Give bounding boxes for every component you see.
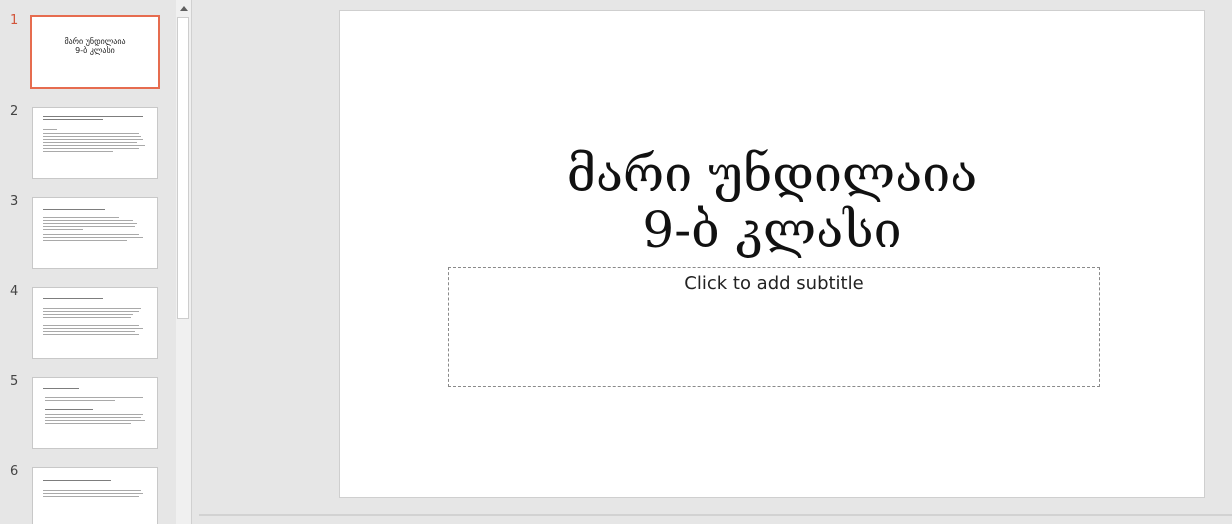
thumbnail-scrollbar[interactable]: [176, 0, 191, 524]
subtitle-placeholder-box[interactable]: Click to add subtitle: [448, 267, 1100, 387]
slide-thumbnail-pane: 1 მარი უნდილაია 9-ბ კლასი 2 3 4 5 6: [0, 0, 176, 524]
slide-number: 4: [10, 284, 19, 299]
slide-preview[interactable]: [32, 287, 158, 359]
triangle-up-icon: [179, 5, 188, 11]
thumbnail-title-text: მარი უნდილაია 9-ბ კლასი: [64, 37, 126, 55]
slide-number: 5: [10, 374, 19, 389]
slide-thumbnail-1[interactable]: 1 მარი უნდილაია 9-ბ კლასი: [0, 13, 176, 96]
slide-preview[interactable]: მარი უნდილაია 9-ბ კლასი: [30, 15, 160, 89]
scrollbar-thumb[interactable]: [177, 17, 189, 319]
slide-preview[interactable]: [32, 467, 158, 524]
slide-number: 2: [10, 104, 19, 119]
slide-thumbnail-2[interactable]: 2: [0, 104, 176, 187]
slide-preview[interactable]: [32, 107, 158, 179]
slide-number: 1: [10, 13, 19, 28]
slide-editing-area: მარი უნდილაია 9-ბ კლასი Click to add sub…: [197, 0, 1232, 524]
slide-canvas[interactable]: მარი უნდილაია 9-ბ კლასი Click to add sub…: [339, 10, 1205, 498]
subtitle-placeholder-text: Click to add subtitle: [684, 273, 864, 294]
scroll-up-button[interactable]: [176, 0, 191, 16]
slide-thumbnail-4[interactable]: 4: [0, 284, 176, 367]
notes-pane-divider[interactable]: [199, 514, 1232, 516]
slide-preview[interactable]: [32, 377, 158, 449]
slide-thumbnail-3[interactable]: 3: [0, 194, 176, 277]
slide-number: 6: [10, 464, 19, 479]
slide-number: 3: [10, 194, 19, 209]
slide-thumbnail-6[interactable]: 6: [0, 464, 176, 524]
slide-title[interactable]: მარი უნდილაია 9-ბ კლასი: [340, 146, 1204, 258]
slide-thumbnail-5[interactable]: 5: [0, 374, 176, 457]
slide-preview[interactable]: [32, 197, 158, 269]
